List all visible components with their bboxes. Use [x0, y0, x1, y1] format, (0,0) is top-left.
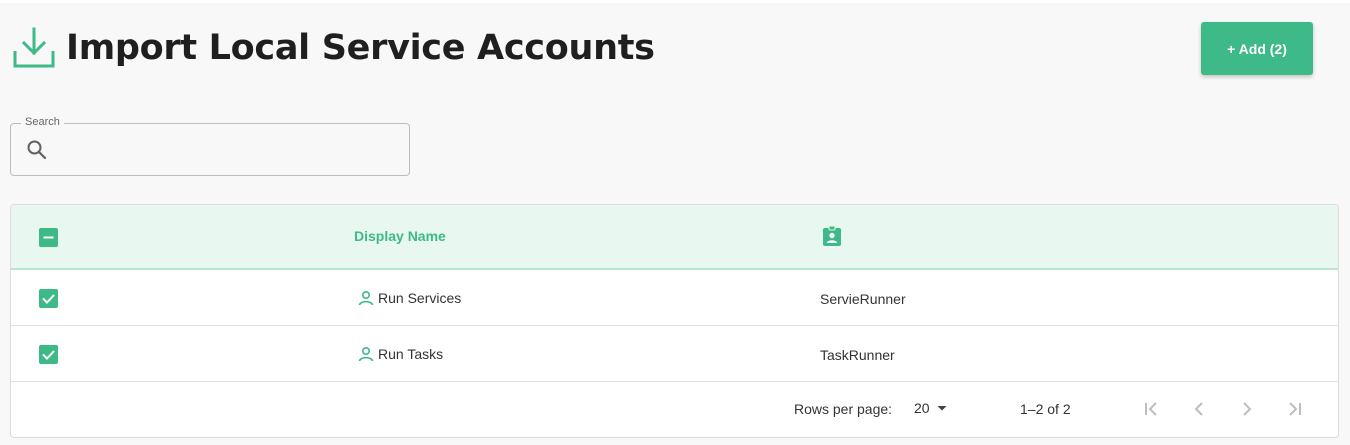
next-page-button[interactable]: [1235, 397, 1259, 421]
table-row[interactable]: Run Tasks TaskRunner: [11, 326, 1338, 382]
table-header: Display Name: [11, 205, 1338, 270]
add-button[interactable]: + Add (2): [1201, 22, 1313, 75]
select-all-checkbox[interactable]: [39, 228, 58, 247]
search-icon: [27, 140, 47, 160]
first-page-icon: [1145, 402, 1157, 416]
row-checkbox[interactable]: [39, 345, 58, 364]
display-name-text: Run Services: [378, 290, 462, 306]
search-field[interactable]: Search: [10, 116, 410, 176]
last-page-button[interactable]: [1283, 397, 1307, 421]
download-icon: [13, 27, 55, 68]
pagination-footer: Rows per page: 20 1–2 of 2: [11, 381, 1338, 437]
last-page-icon: [1289, 402, 1301, 416]
chevron-right-icon: [1243, 402, 1252, 416]
username-cell: ServieRunner: [820, 291, 906, 307]
search-label: Search: [21, 116, 64, 128]
first-page-button[interactable]: [1139, 397, 1163, 421]
display-name-cell: Run Services: [357, 289, 461, 307]
badge-icon[interactable]: [821, 225, 843, 247]
row-checkbox[interactable]: [39, 289, 58, 308]
display-name-text: Run Tasks: [378, 346, 444, 362]
accounts-table: Display Name Run Services ServieRunner R…: [10, 204, 1339, 438]
search-input[interactable]: [57, 132, 397, 168]
username-cell: TaskRunner: [820, 347, 895, 363]
person-icon: [358, 346, 374, 362]
caret-down-icon: [937, 406, 947, 411]
display-name-cell: Run Tasks: [357, 345, 443, 363]
page-range: 1–2 of 2: [1020, 401, 1071, 417]
previous-page-button[interactable]: [1187, 397, 1211, 421]
rows-per-page-select[interactable]: 20: [914, 400, 950, 416]
column-header-display-name[interactable]: Display Name: [354, 228, 446, 244]
table-row[interactable]: Run Services ServieRunner: [11, 270, 1338, 326]
rows-per-page-value: 20: [914, 400, 930, 416]
page-panel: Import Local Service Accounts + Add (2) …: [0, 3, 1350, 445]
chevron-left-icon: [1194, 402, 1203, 416]
person-icon: [358, 290, 374, 306]
rows-per-page-label: Rows per page:: [794, 401, 893, 417]
page-title: Import Local Service Accounts: [66, 28, 655, 68]
